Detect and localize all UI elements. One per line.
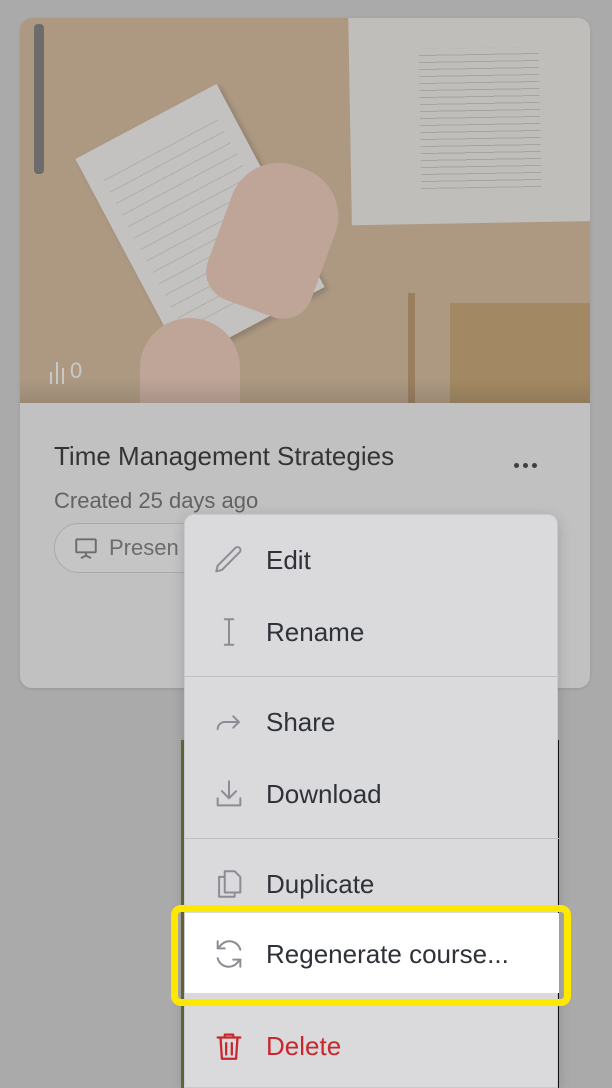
menu-item-rename[interactable]: Rename bbox=[185, 597, 559, 667]
share-arrow-icon bbox=[211, 704, 247, 740]
menu-item-label: Edit bbox=[266, 544, 311, 575]
menu-separator bbox=[185, 838, 559, 839]
trash-icon bbox=[211, 1028, 247, 1064]
menu-item-share[interactable]: Share bbox=[185, 687, 559, 757]
text-cursor-icon bbox=[211, 614, 247, 650]
menu-item-label: Rename bbox=[266, 616, 365, 647]
menu-item-edit[interactable]: Edit bbox=[185, 525, 559, 595]
menu-item-label: Duplicate bbox=[266, 868, 375, 899]
pencil-icon bbox=[211, 542, 247, 578]
menu-item-label: Download bbox=[266, 778, 382, 809]
copy-icon bbox=[211, 866, 247, 902]
menu-separator bbox=[185, 676, 559, 677]
menu-item-download[interactable]: Download bbox=[185, 759, 559, 829]
highlight-annotation bbox=[171, 905, 571, 1006]
download-icon bbox=[211, 776, 247, 812]
menu-item-label: Share bbox=[266, 706, 336, 737]
menu-item-delete[interactable]: Delete bbox=[185, 1011, 559, 1081]
menu-item-label: Delete bbox=[266, 1030, 342, 1061]
